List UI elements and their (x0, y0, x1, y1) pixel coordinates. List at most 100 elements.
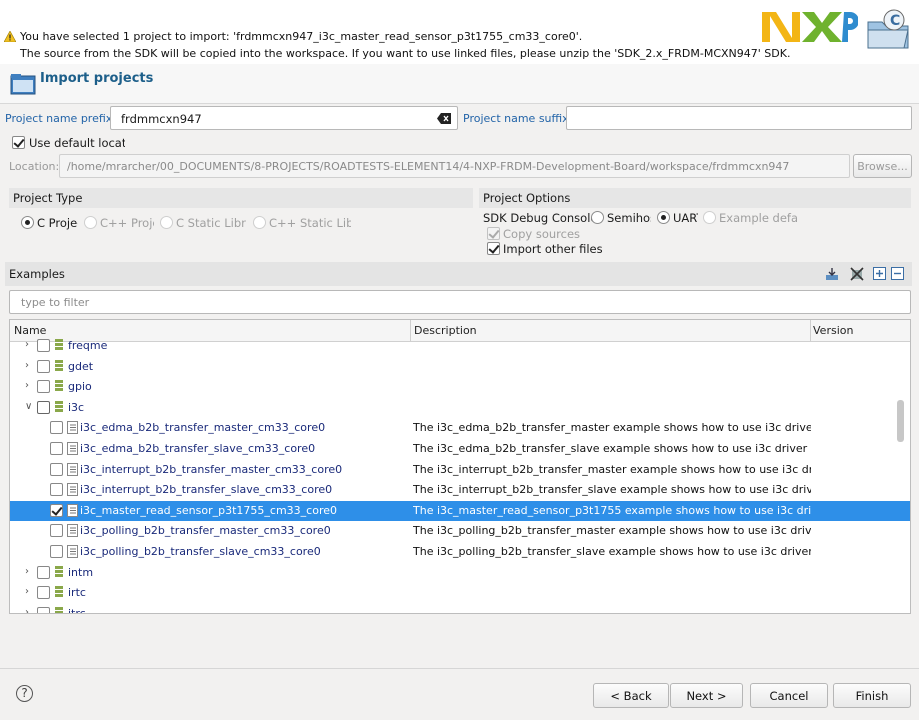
prefix-input[interactable]: frdmmcxn947 (110, 106, 458, 130)
clear-selection-icon[interactable] (850, 267, 864, 281)
import-other-files-label: Import other files (503, 242, 603, 256)
example-file-icon (67, 462, 78, 476)
row-checkbox[interactable] (50, 442, 63, 455)
next-button[interactable]: Next > (670, 683, 743, 708)
finish-button[interactable]: Finish (833, 683, 911, 708)
row-checkbox[interactable] (37, 380, 50, 394)
row-checkbox[interactable] (37, 586, 50, 600)
tree-example-row[interactable]: i3c_edma_b2b_transfer_slave_cm33_core0 Th… (10, 439, 910, 459)
help-icon[interactable]: ? (16, 685, 33, 702)
package-icon (55, 606, 63, 613)
radio-cpp-static-library[interactable] (253, 216, 266, 229)
clear-icon[interactable] (437, 113, 451, 124)
expand-all-icon[interactable] (873, 267, 886, 280)
page-title: Import projects (40, 71, 154, 86)
example-file-icon (67, 524, 78, 538)
vertical-scrollbar[interactable] (897, 400, 904, 442)
chevron-right-icon[interactable]: › (25, 566, 35, 577)
warning-icon (4, 31, 16, 42)
tree-example-row[interactable]: i3c_polling_b2b_transfer_slave_cm33_core… (10, 542, 910, 562)
tree-example-row[interactable]: i3c_interrupt_b2b_transfer_master_cm33_c… (10, 460, 910, 480)
row-checkbox[interactable] (37, 359, 50, 373)
row-checkbox[interactable] (37, 400, 50, 414)
suffix-input[interactable] (566, 106, 912, 130)
radio-semihost[interactable] (591, 211, 604, 224)
tree-folder-row[interactable]: ∨ i3c (10, 398, 910, 418)
location-input[interactable]: /home/mrarcher/00_DOCUMENTS/8-PROJECTS/R… (59, 154, 850, 178)
location-input-value: /home/mrarcher/00_DOCUMENTS/8-PROJECTS/R… (67, 160, 790, 173)
row-checkbox[interactable] (37, 606, 50, 613)
row-checkbox[interactable] (37, 565, 50, 579)
import-message: You have selected 1 project to import: '… (20, 30, 583, 43)
prefix-label: Project name prefix: (5, 112, 116, 125)
chevron-right-icon[interactable]: › (25, 587, 35, 597)
tree-folder-row[interactable]: › irtc (10, 583, 910, 603)
chevron-right-icon[interactable]: › (25, 381, 35, 391)
tree-example-row[interactable]: i3c_edma_b2b_transfer_master_cm33_core0 T… (10, 418, 910, 438)
chevron-right-icon[interactable]: › (25, 360, 35, 371)
tree-folder-row[interactable]: › intm (10, 563, 910, 583)
cancel-button[interactable]: Cancel (750, 683, 828, 708)
radio-cpp-project[interactable] (84, 216, 97, 229)
radio-example-default[interactable] (703, 211, 716, 224)
examples-section: Examples (5, 262, 912, 286)
semihost-label: Semihost (607, 211, 651, 225)
collapse-all-icon[interactable] (891, 267, 904, 280)
uart-label: UART (673, 211, 698, 225)
tree-example-row[interactable]: i3c_polling_b2b_transfer_master_cm33_cor… (10, 521, 910, 541)
package-icon (55, 565, 63, 577)
row-name: itrc (68, 606, 86, 614)
row-name: i3c_master_read_sensor_p3t1755_cm33_core… (80, 503, 337, 517)
row-checkbox[interactable] (50, 421, 63, 435)
tree-folder-row[interactable]: › gdet (10, 357, 910, 377)
examples-tree-table[interactable]: Name Description Version › freqme › gdet › gp… (9, 319, 911, 614)
row-description: The i3c_polling_b2b_transfer_master exam… (413, 524, 811, 538)
chevron-right-icon[interactable]: › (25, 607, 35, 613)
row-checkbox[interactable] (50, 545, 63, 558)
example-file-icon (67, 503, 78, 517)
filter-input[interactable]: type to filter (9, 290, 911, 314)
back-button[interactable]: < Back (593, 683, 669, 708)
row-checkbox[interactable] (37, 339, 50, 352)
prefix-input-value: frdmmcxn947 (121, 112, 202, 126)
chevron-right-icon[interactable]: › (25, 340, 35, 350)
chevron-down-icon[interactable]: ∨ (25, 401, 35, 412)
row-checkbox[interactable] (50, 483, 63, 497)
tree-folder-row[interactable]: › itrc (10, 604, 910, 614)
radio-uart[interactable] (657, 211, 670, 224)
row-name: i3c_polling_b2b_transfer_slave_cm33_core… (80, 545, 321, 558)
package-icon (55, 359, 63, 371)
row-name: i3c_edma_b2b_transfer_master_cm33_core0 (80, 421, 326, 435)
suffix-label: Project name suffix: (463, 112, 573, 125)
tree-folder-row[interactable]: › freqme (10, 336, 910, 356)
row-name: irtc (68, 586, 86, 600)
use-default-location-checkbox[interactable] (12, 136, 25, 149)
row-checkbox[interactable] (50, 503, 63, 517)
row-name: i3c_interrupt_b2b_transfer_slave_cm33_co… (80, 483, 333, 497)
row-name: i3c_edma_b2b_transfer_slave_cm33_core0 (80, 442, 316, 455)
project-type-heading: Project Type (13, 191, 83, 205)
row-description: The i3c_interrupt_b2b_transfer_slave exa… (413, 483, 811, 497)
package-icon (55, 586, 63, 598)
copy-sources-checkbox[interactable] (487, 227, 500, 240)
tree-example-row[interactable]: i3c_interrupt_b2b_transfer_slave_cm33_co… (10, 480, 910, 500)
import-from-xml-icon[interactable] (825, 267, 839, 281)
browse-button[interactable]: Browse... (853, 154, 912, 178)
row-checkbox[interactable] (50, 462, 63, 476)
nxp-logo (762, 12, 858, 42)
project-options-section: Project Options (479, 188, 911, 208)
import-other-files-checkbox[interactable] (487, 242, 500, 255)
tree-folder-row[interactable]: › gpio (10, 377, 910, 397)
c-project-label: C Project (37, 216, 78, 230)
example-file-icon (67, 442, 78, 455)
wizard-footer: ? < Back Next > Cancel Finish (0, 668, 919, 720)
use-default-location-label: Use default location (29, 136, 125, 150)
tree-example-row[interactable]: i3c_master_read_sensor_p3t1755_cm33_core… (10, 500, 910, 521)
row-description: The i3c_interrupt_b2b_transfer_master ex… (413, 462, 811, 476)
filter-placeholder: type to filter (21, 296, 90, 309)
row-checkbox[interactable] (50, 524, 63, 538)
radio-c-static-library[interactable] (160, 216, 173, 229)
project-options-heading: Project Options (483, 191, 571, 205)
radio-c-project[interactable] (21, 216, 34, 229)
source-message: The source from the SDK will be copied i… (20, 47, 791, 60)
